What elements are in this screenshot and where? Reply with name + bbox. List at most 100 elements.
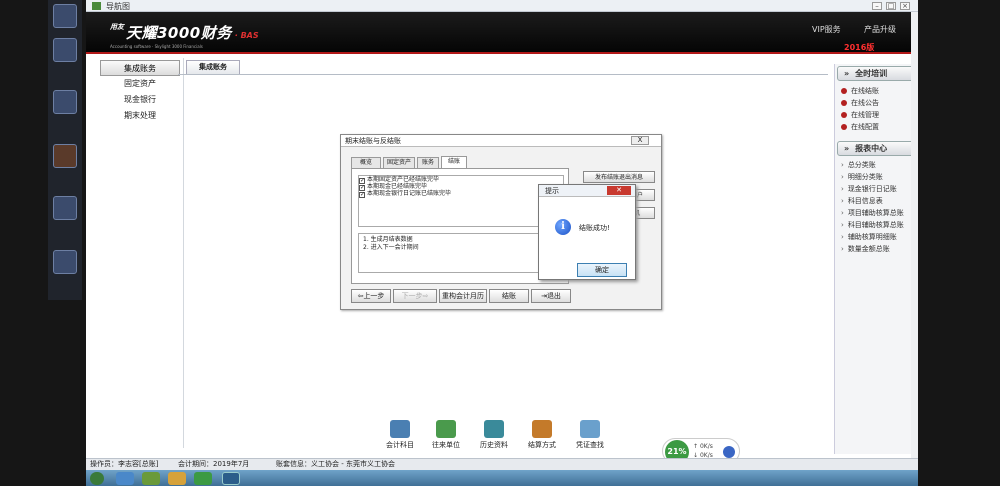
arrow-icon: ›: [841, 209, 844, 217]
arrow-icon: ›: [841, 161, 844, 169]
check-item[interactable]: ✓ 本期现金已经结账完毕: [359, 183, 563, 191]
checkbox-checked-icon: ✓: [359, 191, 366, 198]
app-icon: [92, 2, 101, 10]
voucher-search-icon: [580, 420, 600, 438]
tab-accounts[interactable]: 账务: [417, 157, 439, 168]
start-button-icon[interactable]: [90, 472, 104, 485]
report-item[interactable]: › 总分类账: [835, 159, 918, 171]
step-line: 1. 生成月结表数据: [363, 236, 413, 243]
report-item[interactable]: › 数量金额总账: [835, 243, 918, 255]
chevron-icon: »: [844, 144, 850, 153]
product-logo: 用友 天耀3000财务 · BAS Accounting software · Sk…: [110, 22, 259, 49]
training-item[interactable]: 在线结账: [835, 85, 918, 97]
business-unit-icon: [436, 420, 456, 438]
upload-speed: ↑ 0K/s: [693, 443, 713, 450]
message-box: 提示 ✕ i 结账成功! 确定: [538, 184, 636, 280]
tool-business-units[interactable]: 往来单位: [426, 420, 466, 450]
message-text: 结账成功!: [579, 224, 610, 232]
arrow-icon: ›: [841, 197, 844, 205]
training-item[interactable]: 在线配置: [835, 121, 918, 133]
status-bar: 操作员：李志容[总账] 会计期间：2019年7月 账套信息：义工协会 - 东莞市…: [86, 458, 918, 470]
taskbar-app-4-icon[interactable]: [194, 472, 212, 485]
prev-step-button[interactable]: ⇦上一步: [351, 289, 391, 303]
tool-voucher-search[interactable]: 凭证查找: [570, 420, 610, 450]
chevron-icon: »: [844, 69, 850, 78]
product-tagline: Accounting software · Skylight 3000 Fina…: [110, 44, 203, 49]
left-nav: 集成账务 固定资产 现金银行 期末处理: [100, 60, 180, 124]
tab-fixed-assets[interactable]: 固定资产: [383, 157, 415, 168]
training-item[interactable]: 在线管理: [835, 109, 918, 121]
ok-button[interactable]: 确定: [577, 263, 627, 277]
report-item[interactable]: › 现金银行日记账: [835, 183, 918, 195]
check-item[interactable]: ✓ 本期固定资产已经结账完毕: [359, 176, 563, 184]
training-header[interactable]: » 全时培训: [837, 66, 916, 81]
minimize-button[interactable]: –: [872, 2, 882, 10]
launcher-app-4-icon[interactable]: [53, 144, 77, 168]
report-center-header[interactable]: » 报表中心: [837, 141, 916, 156]
message-title: 提示: [545, 187, 559, 195]
check-list: ✓ 本期固定资产已经结账完毕 ✓ 本期现金已经结账完毕 ✓ 本期现金银行日记账已结账完…: [358, 175, 564, 227]
check-item[interactable]: ✓ 本期现金银行日记账已结账完毕: [359, 190, 563, 198]
status-account-info: 账套信息：义工协会 - 东莞市义工协会: [276, 460, 395, 468]
nav-item-cash-bank[interactable]: 现金银行: [100, 92, 180, 108]
exit-button[interactable]: ⇥退出: [531, 289, 571, 303]
publish-exit-message-button[interactable]: 发布结账退出消息: [583, 171, 655, 183]
dialog-title: 期末结账与反结账: [345, 137, 401, 145]
taskbar-app-1-icon[interactable]: [116, 472, 134, 485]
arrow-icon: ›: [841, 245, 844, 253]
dialog-close-button[interactable]: X: [631, 136, 649, 145]
settlement-icon: [532, 420, 552, 438]
report-item[interactable]: › 科目信息表: [835, 195, 918, 207]
launcher-app-6-icon[interactable]: [53, 250, 77, 274]
close-books-button[interactable]: 结账: [489, 289, 529, 303]
taskbar-app-2-icon[interactable]: [142, 472, 160, 485]
brand-small: 用友: [110, 23, 124, 31]
message-titlebar: 提示 ✕: [539, 185, 635, 197]
accounting-subject-icon: [390, 420, 410, 438]
message-close-button[interactable]: ✕: [607, 186, 631, 195]
report-item[interactable]: › 明细分类账: [835, 171, 918, 183]
product-upgrade-link[interactable]: 产品升级: [864, 24, 896, 35]
version-year: 2016版: [844, 43, 875, 52]
vertical-scrollbar[interactable]: [911, 12, 918, 458]
tool-accounting-subjects[interactable]: 会计科目: [380, 420, 420, 450]
status-period: 会计期间：2019年7月: [178, 460, 250, 468]
monitor-frame: 导航图 – □ × 用友 天耀3000财务 · BAS Accounting sof…: [0, 0, 1000, 486]
dialog-titlebar: 期末结账与反结账 X: [341, 135, 661, 147]
arrow-icon: ›: [841, 185, 844, 193]
training-item[interactable]: 在线公告: [835, 97, 918, 109]
bullet-icon: [841, 88, 847, 94]
tool-history[interactable]: 历史资料: [474, 420, 514, 450]
maximize-button[interactable]: □: [886, 2, 896, 10]
report-item[interactable]: › 辅助核算明细账: [835, 231, 918, 243]
launcher-app-2-icon[interactable]: [53, 38, 77, 62]
rebuild-calendar-button[interactable]: 重构会计月历: [439, 289, 487, 303]
next-step-button[interactable]: 下一步⇨: [393, 289, 437, 303]
nav-item-fixed-assets[interactable]: 固定资产: [100, 76, 180, 92]
nav-item-period-end[interactable]: 期末处理: [100, 108, 180, 124]
report-item[interactable]: › 项目辅助核算总账: [835, 207, 918, 219]
product-name: 天耀3000财务: [126, 24, 232, 42]
report-item[interactable]: › 科目辅助核算总账: [835, 219, 918, 231]
tool-settlement[interactable]: 结算方式: [522, 420, 562, 450]
bullet-icon: [841, 112, 847, 118]
right-arrow-icon: ⇨: [422, 292, 429, 300]
tab-overview[interactable]: 概览: [351, 157, 381, 168]
bullet-icon: [841, 100, 847, 106]
tab-close-books[interactable]: 结账: [441, 156, 467, 168]
launcher-app-5-icon[interactable]: [53, 196, 77, 220]
close-window-button[interactable]: ×: [900, 2, 910, 10]
history-icon: [484, 420, 504, 438]
step-line: 2. 进入下一会计期间: [363, 244, 419, 251]
dialog-tab-panel: ✓ 本期固定资产已经结账完毕 ✓ 本期现金已经结账完毕 ✓ 本期现金银行日记账已结账完…: [351, 168, 569, 284]
taskbar-app-3-icon[interactable]: [168, 472, 186, 485]
vip-service-link[interactable]: VIP服务: [812, 24, 841, 35]
nav-item-integrated-accounting[interactable]: 集成账务: [100, 60, 180, 76]
status-operator: 操作员：李志容[总账]: [90, 460, 159, 468]
launcher-app-1-icon[interactable]: [53, 4, 77, 28]
taskbar-app-5-icon[interactable]: [222, 472, 240, 485]
left-launcher: [48, 0, 82, 300]
launcher-app-3-icon[interactable]: [53, 90, 77, 114]
nav-separator: [183, 58, 184, 448]
tab-integrated-accounting[interactable]: 集成账务: [186, 60, 240, 74]
